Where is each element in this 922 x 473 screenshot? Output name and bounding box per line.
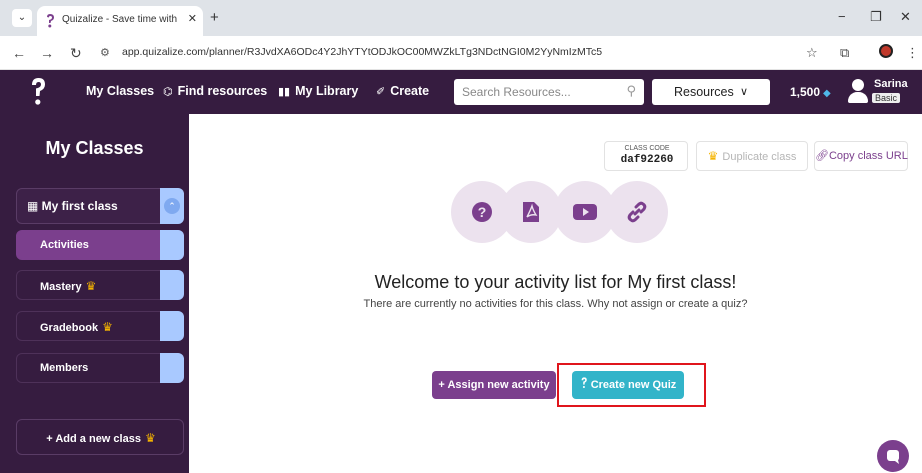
sidebar-item-members[interactable]: Members <box>16 353 184 383</box>
sidebar: My Classes ▦ My first class ⌃ Activities… <box>0 114 189 473</box>
extensions-icon[interactable]: ⧉ <box>840 45 849 61</box>
crown-icon: ♛ <box>144 431 156 445</box>
sidebar-title: My Classes <box>45 138 144 158</box>
search-input[interactable] <box>454 79 619 105</box>
chevron-up-icon[interactable]: ⌃ <box>164 198 180 214</box>
class-name: My first class <box>41 199 118 213</box>
credits-value: 1,500 <box>790 85 821 99</box>
class-selector[interactable]: ▦ My first class ⌃ <box>16 188 184 224</box>
add-class-button[interactable]: + Add a new class ♛ <box>16 419 184 455</box>
question-icon: ? <box>472 202 492 222</box>
resources-dropdown[interactable]: Resources ∨ <box>652 79 770 105</box>
sidebar-item-label: Members <box>40 362 89 374</box>
sidebar-item-tab <box>160 311 184 341</box>
back-icon[interactable]: ← <box>12 45 26 61</box>
browser-tab[interactable]: Quizalize - Save time with pers ✕ <box>37 6 203 36</box>
crown-icon: ♛ <box>102 320 113 334</box>
binoculars-icon: ⌬ <box>163 86 173 98</box>
user-avatar[interactable] <box>848 77 868 105</box>
chat-launcher-button[interactable] <box>877 440 909 472</box>
credits-balance: 1,500 ◆ <box>790 85 831 99</box>
resources-label: Resources <box>674 85 734 99</box>
forward-icon[interactable]: → <box>40 45 54 61</box>
app-header: My Classes ⌬ Find resources ▮▮ My Library … <box>0 70 922 114</box>
user-name[interactable]: Sarina <box>874 78 908 90</box>
sidebar-item-activities[interactable]: Activities <box>16 230 184 260</box>
crown-icon: ♛ <box>85 279 97 293</box>
grid-icon: ▦ <box>27 199 42 213</box>
duplicate-class-button[interactable]: ♛ Duplicate class <box>696 141 808 171</box>
video-icon <box>573 204 597 220</box>
window-close-icon[interactable]: ✕ <box>900 9 911 25</box>
tab-title: Quizalize - Save time with pers <box>62 14 180 25</box>
bookmark-star-icon[interactable]: ☆ <box>806 45 818 61</box>
nav-create-label: Create <box>390 84 430 98</box>
welcome-heading: Welcome to your activity list for My fir… <box>374 272 737 292</box>
crown-icon: ♛ <box>707 149 719 163</box>
sidebar-item-label: Mastery ♛ <box>40 279 97 293</box>
chevron-down-icon: ∨ <box>739 86 748 98</box>
svg-text:?: ? <box>478 204 487 220</box>
sidebar-item-tab <box>160 230 184 260</box>
url-field[interactable]: ⚙ app.quizalize.com/planner/R3JvdXA6ODc4… <box>94 41 854 65</box>
nav-my-classes[interactable]: My Classes <box>86 84 154 98</box>
copy-class-url-button[interactable]: 🔗︎Copy class URL <box>814 141 908 171</box>
pdf-icon <box>523 202 539 222</box>
restore-icon[interactable]: ❐ <box>870 9 882 25</box>
assign-new-activity-button[interactable]: + Assign new activity <box>432 371 556 399</box>
tab-close-icon[interactable]: ✕ <box>188 12 197 25</box>
site-settings-icon[interactable]: ⚙ <box>100 46 110 59</box>
link-icon: 🔗︎ <box>815 150 829 162</box>
class-code-box: CLASS CODE daf92260 <box>604 141 688 171</box>
class-selector-label: ▦ My first class <box>27 199 118 213</box>
nav-my-library-label: My Library <box>295 84 359 98</box>
url-text: app.quizalize.com/planner/R3JvdXA6ODc4Y2… <box>122 46 603 58</box>
class-collapse-tab[interactable]: ⌃ <box>160 188 184 224</box>
browser-tab-strip: ⌄ Quizalize - Save time with pers ✕ + − … <box>0 0 922 36</box>
reload-icon[interactable]: ↻ <box>70 45 82 62</box>
profile-avatar[interactable] <box>879 44 893 58</box>
class-code-label: CLASS CODE <box>624 145 670 152</box>
class-code-value: daf92260 <box>620 154 674 166</box>
pdf-type-circle <box>500 181 562 243</box>
quizalize-favicon <box>47 14 54 28</box>
sidebar-item-tab <box>160 353 184 383</box>
nav-find-resources[interactable]: ⌬ Find resources <box>163 84 267 98</box>
sidebar-item-mastery[interactable]: Mastery ♛ <box>16 270 184 300</box>
tab-search-button[interactable]: ⌄ <box>12 9 32 27</box>
sidebar-item-tab <box>160 270 184 300</box>
new-tab-button[interactable]: + <box>210 9 219 26</box>
nav-find-resources-label: Find resources <box>177 84 268 98</box>
search-box: ⚲ <box>454 79 644 105</box>
gem-icon: ◆ <box>823 88 831 99</box>
user-plan-badge: Basic <box>872 93 901 103</box>
minimize-icon[interactable]: − <box>838 9 846 24</box>
quizalize-logo-icon <box>581 377 587 389</box>
add-class-label: + Add a new class ♛ <box>46 431 156 445</box>
empty-state-message: There are currently no activities for th… <box>363 298 748 310</box>
browser-menu-icon[interactable]: ⋮ <box>906 45 919 61</box>
nav-create[interactable]: ✐ Create <box>376 84 429 98</box>
sidebar-item-label: Activities <box>40 239 89 251</box>
search-icon[interactable]: ⚲ <box>626 83 636 99</box>
nav-my-library[interactable]: ▮▮ My Library <box>278 84 358 98</box>
link-icon <box>627 201 647 223</box>
link-type-circle <box>606 181 668 243</box>
magic-wand-icon: ✐ <box>376 86 386 98</box>
address-bar: ← → ↻ ⚙ app.quizalize.com/planner/R3JvdX… <box>0 36 922 70</box>
book-icon: ▮▮ <box>278 86 291 98</box>
sidebar-item-gradebook[interactable]: Gradebook ♛ <box>16 311 184 341</box>
chat-icon <box>887 450 899 464</box>
create-new-quiz-button[interactable]: Create new Quiz <box>572 371 684 399</box>
plus-icon: + <box>46 433 56 445</box>
sidebar-item-label: Gradebook ♛ <box>40 320 113 334</box>
quizalize-logo[interactable] <box>30 77 46 107</box>
